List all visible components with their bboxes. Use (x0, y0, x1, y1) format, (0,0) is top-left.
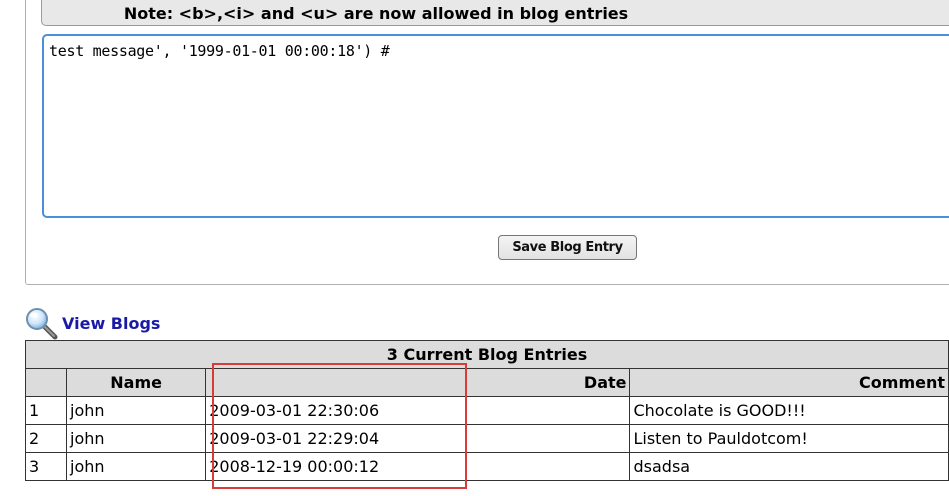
header-date: Date (205, 368, 631, 397)
header-name: Name (65, 368, 207, 397)
row-num: 3 (25, 452, 67, 481)
blog-entry-textarea[interactable] (42, 34, 949, 218)
row-num: 1 (25, 396, 67, 425)
row-comment: dsadsa (629, 452, 949, 481)
row-date: 2009-03-01 22:29:04 (205, 424, 631, 453)
magnifier-icon (24, 306, 58, 340)
table-row: 3 john 2008-12-19 00:00:12 dsadsa (25, 452, 949, 481)
table-caption: 3 Current Blog Entries (25, 340, 949, 369)
row-num: 2 (25, 424, 67, 453)
table-row: 2 john 2009-03-01 22:29:04 Listen to Pau… (25, 424, 949, 453)
save-blog-entry-button[interactable]: Save Blog Entry (498, 235, 637, 260)
header-num (25, 368, 67, 397)
row-date: 2009-03-01 22:30:06 (205, 396, 631, 425)
allowed-tags-note: Note: <b>,<i> and <u> are now allowed in… (41, 0, 949, 26)
table-row: 1 john 2009-03-01 22:30:06 Chocolate is … (25, 396, 949, 425)
row-comment: Chocolate is GOOD!!! (629, 396, 949, 425)
row-date: 2008-12-19 00:00:12 (205, 452, 631, 481)
blog-entries-table: 3 Current Blog Entries Name Date Comment… (25, 340, 949, 481)
row-name: john (65, 452, 207, 481)
row-name: john (65, 396, 207, 425)
table-header-row: Name Date Comment (25, 368, 949, 397)
header-comment: Comment (629, 368, 949, 397)
row-name: john (65, 424, 207, 453)
row-comment: Listen to Pauldotcom! (629, 424, 949, 453)
view-blogs-section: View Blogs (24, 306, 160, 340)
view-blogs-link[interactable]: View Blogs (62, 314, 160, 333)
